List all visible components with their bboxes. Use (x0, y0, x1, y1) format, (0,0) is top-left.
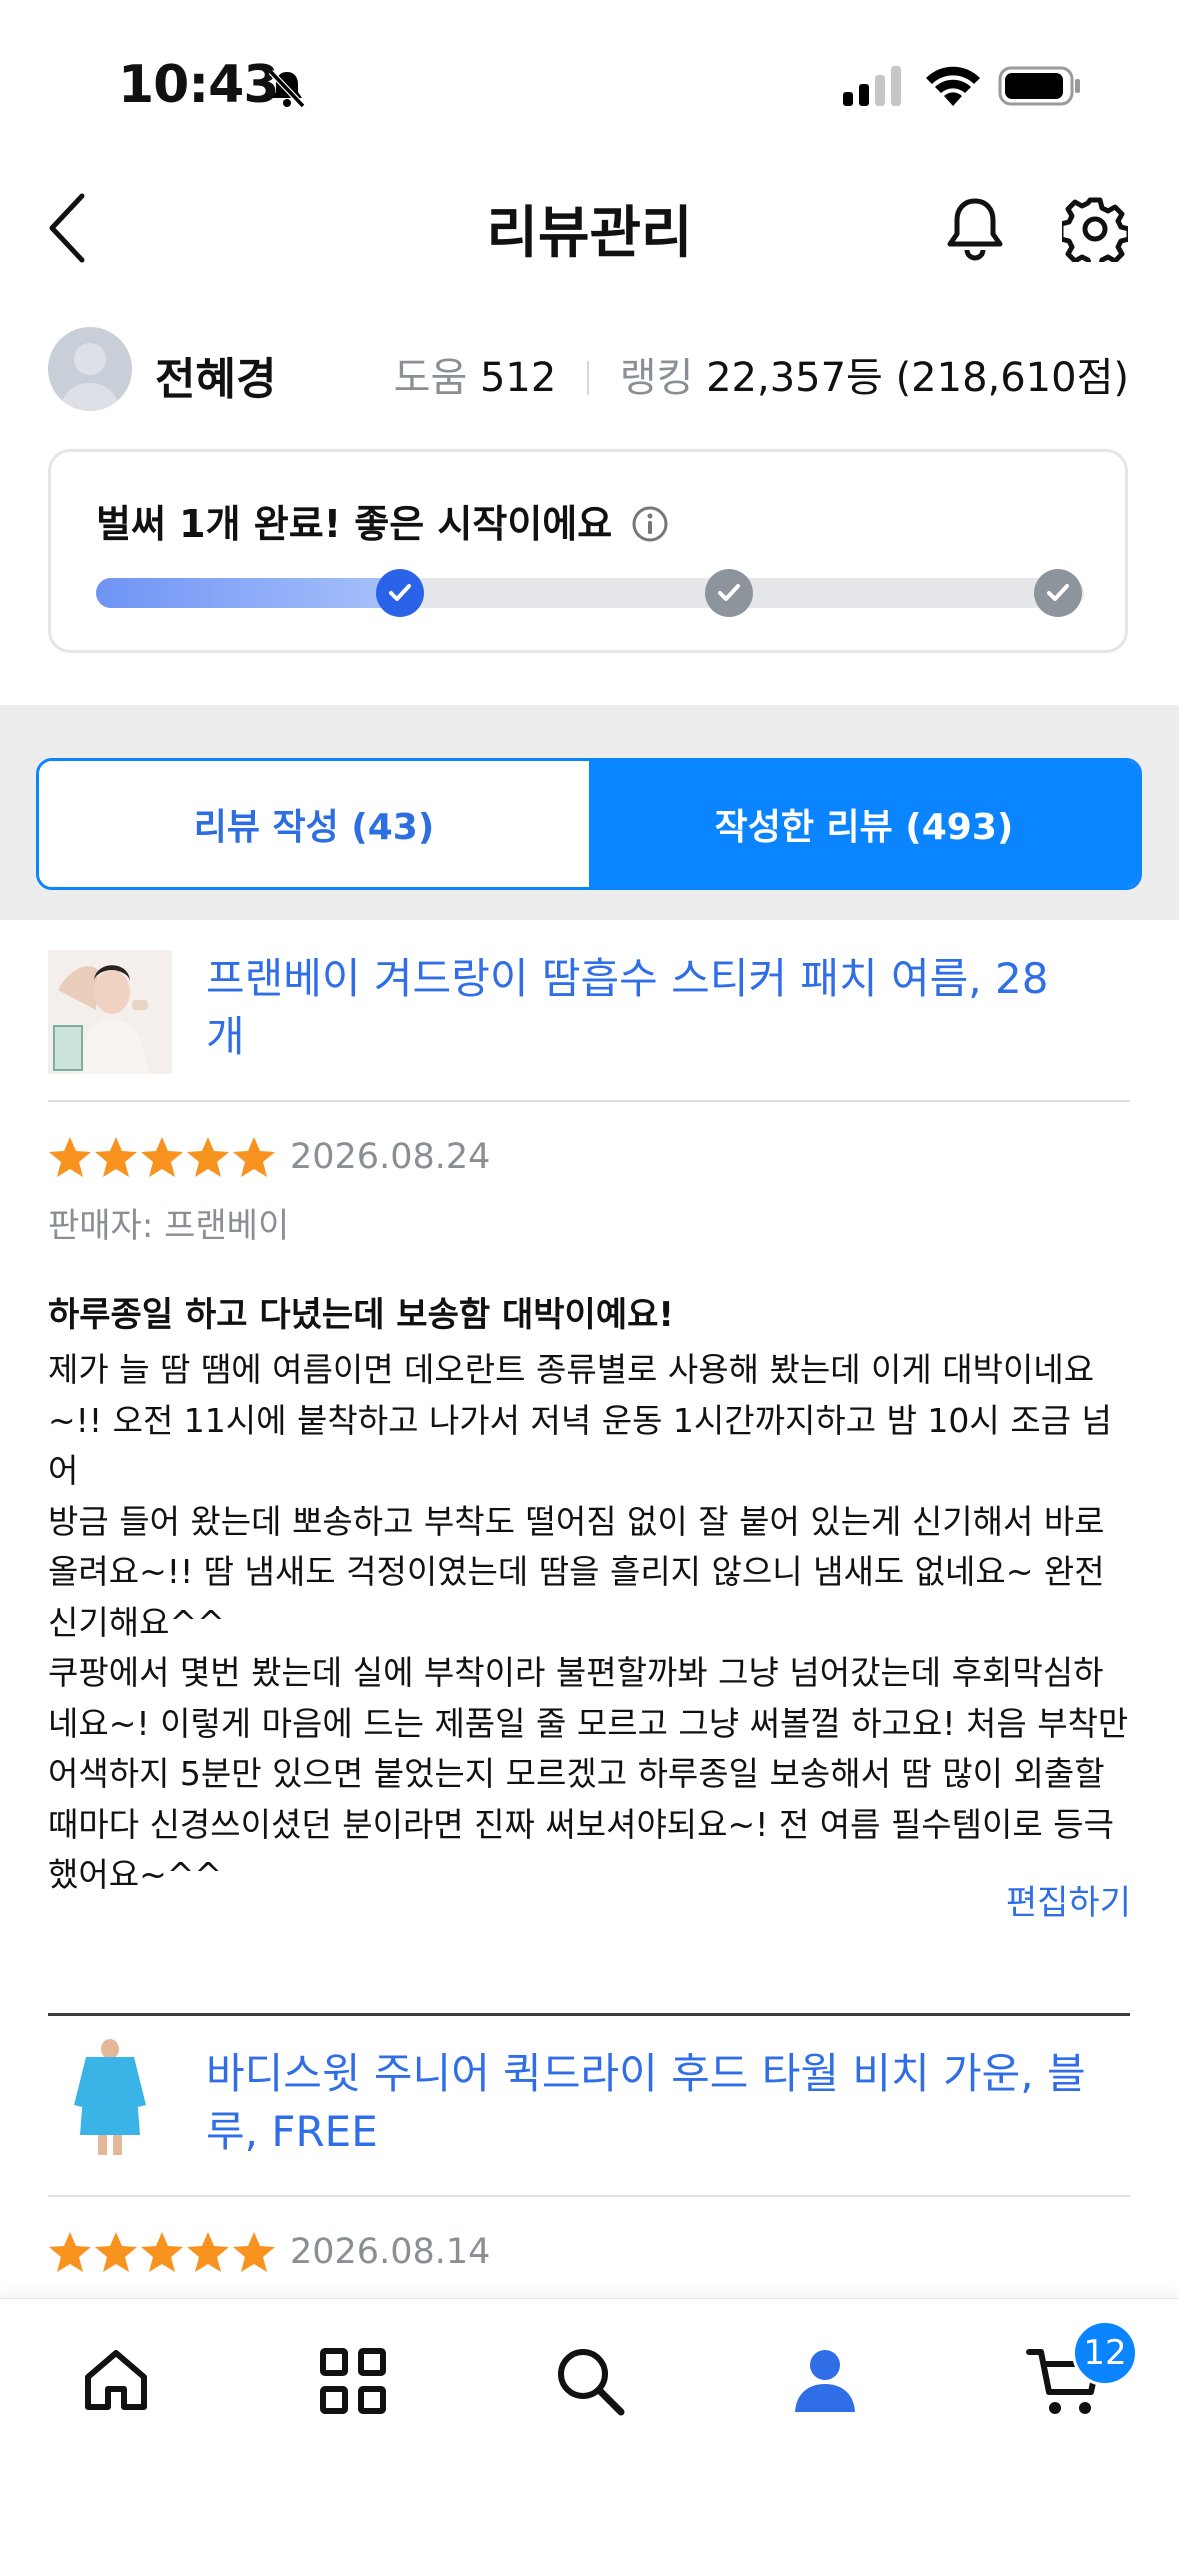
avatar (48, 327, 132, 411)
star-icon (95, 2232, 137, 2272)
star-icon (141, 1137, 183, 1177)
search-icon (558, 2349, 625, 2416)
progress-title: 벌써 1개 완료! 좋은 시작이에요 (96, 493, 669, 548)
profile-icon (795, 2350, 855, 2412)
tab-write-review[interactable]: 리뷰 작성 (43) (39, 761, 589, 887)
star-icon (95, 1137, 137, 1177)
user-name: 전혜경 (155, 354, 277, 405)
progress-fill (96, 578, 402, 608)
wifi-icon (926, 66, 980, 106)
review-date: 2026.08.14 (290, 2232, 491, 2272)
seller-name: 판매자: 프랜베이 (48, 1206, 290, 1246)
nav-search[interactable] (542, 2333, 638, 2429)
star-icon (49, 2232, 91, 2272)
help-count: 512 (479, 355, 557, 401)
product-divider (48, 1100, 1130, 1102)
review-body: 제가 늘 땀 땜에 여름이면 데오란트 종류별로 사용해 봤는데 이게 대박이네… (48, 1350, 1129, 1894)
star-icon (233, 2232, 275, 2272)
product-divider (48, 2195, 1130, 2197)
star-icon (141, 2232, 183, 2272)
silent-bell-icon (268, 69, 306, 109)
product-title[interactable]: 바디스윗 주니어 퀵드라이 후드 타월 비치 가운, 블루, FREE (206, 2045, 1086, 2161)
info-icon[interactable] (631, 505, 669, 543)
review-date: 2026.08.24 (290, 1137, 491, 1177)
default-avatar-icon (60, 343, 120, 411)
progress-card (48, 449, 1128, 653)
rank-value: 22,357등 (218,610점) (706, 355, 1129, 401)
star-icon (49, 1137, 91, 1177)
edit-review-link[interactable]: 편집하기 (1006, 1875, 1131, 1924)
review-separator (48, 2013, 1130, 2016)
product-image[interactable] (48, 2035, 172, 2159)
progress-title-text: 벌써 1개 완료! 좋은 시작이에요 (96, 502, 613, 546)
nav-profile[interactable] (777, 2333, 873, 2429)
product-title[interactable]: 프랜베이 겨드랑이 땀흡수 스티커 패치 여름, 28개 (206, 950, 1086, 1066)
nav-home[interactable] (68, 2333, 164, 2429)
rating-stars: 2026.08.14 (48, 2230, 490, 2274)
product-image[interactable] (48, 950, 172, 1074)
help-label: 도움 (393, 355, 468, 401)
cellular-signal-icon (843, 66, 901, 106)
stats-divider (587, 361, 590, 395)
review-tabs: 리뷰 작성 (43) 작성한 리뷰 (493) (36, 758, 1142, 890)
progress-step-1-check-icon (376, 569, 424, 617)
user-stats: 도움 512 랭킹 22,357등 (218,610점) (394, 345, 1129, 403)
nav-categories[interactable] (305, 2333, 401, 2429)
categories-icon (320, 2348, 386, 2414)
progress-step-3-check-icon (1034, 569, 1082, 617)
tab-written-reviews[interactable]: 작성한 리뷰 (493) (589, 761, 1139, 887)
review-title: 하루종일 하고 다녔는데 보송함 대박이예요! (48, 1295, 674, 1335)
battery-icon (998, 66, 1080, 106)
notification-bell-icon[interactable] (944, 196, 1006, 262)
star-icon (187, 2232, 229, 2272)
progress-step-2-check-icon (705, 569, 753, 617)
home-icon (85, 2350, 147, 2410)
rank-label: 랭킹 (619, 355, 694, 401)
star-icon (187, 1137, 229, 1177)
cart-count-badge: 12 (1072, 2320, 1138, 2386)
status-time: 10:43 (118, 55, 280, 115)
rating-stars: 2026.08.24 (48, 1135, 490, 1179)
settings-gear-icon[interactable] (1062, 196, 1128, 262)
star-icon (233, 1137, 275, 1177)
